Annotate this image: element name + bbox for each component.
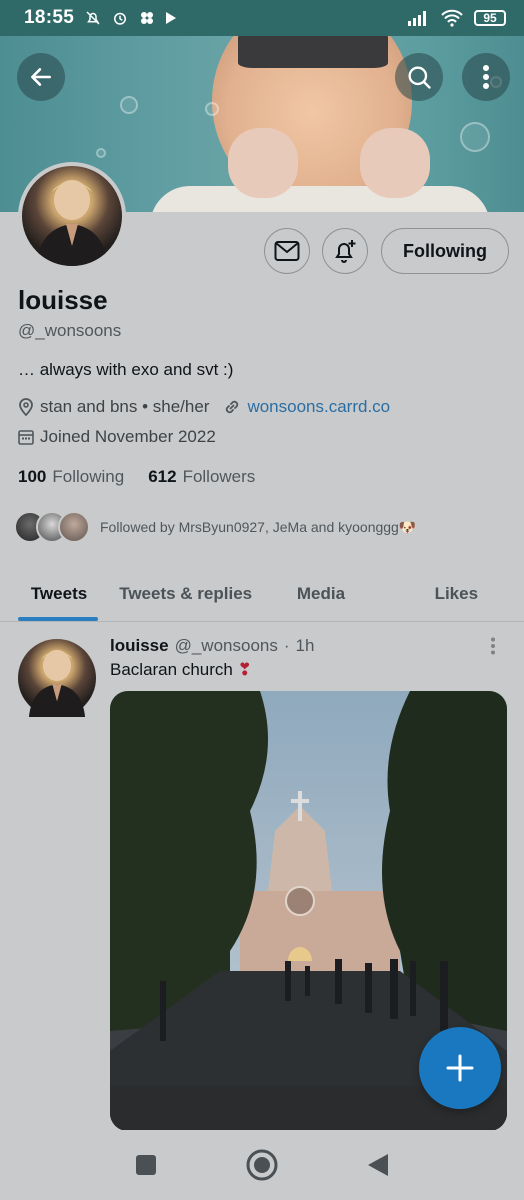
tweet-separator: ·: [283, 636, 290, 655]
clover-icon: [141, 12, 154, 24]
heart-exclamation-icon: ❣: [237, 660, 252, 679]
alarm-icon: [114, 12, 127, 25]
followers-label: Followers: [182, 467, 256, 486]
link-icon: [226, 400, 239, 414]
home-icon[interactable]: [245, 1148, 279, 1182]
avatar-portrait: [28, 649, 86, 717]
banner-cap: [238, 36, 388, 68]
more-options-button[interactable]: [462, 53, 510, 101]
banner-bubble: [205, 102, 219, 116]
mail-icon: [274, 241, 300, 261]
profile-meta-joined: Joined November 2022: [18, 427, 216, 447]
banner-hand: [360, 128, 430, 198]
follow-counts: 100 Following 612 Followers: [18, 467, 255, 487]
wifi-icon: [441, 9, 463, 27]
profile-meta-location: stan and bns • she/her wonsoons.carrd.co: [18, 397, 390, 417]
recent-apps-icon[interactable]: [134, 1153, 158, 1177]
status-bar: 18:55 95: [0, 0, 524, 36]
tweet-author-handle: @_wonsoons: [174, 636, 278, 655]
avatar-portrait: [36, 180, 108, 266]
back-arrow-icon: [31, 68, 51, 86]
tweet-body: Baclaran church: [110, 660, 233, 679]
tab-media[interactable]: Media: [253, 566, 388, 621]
banner-bubble: [460, 122, 490, 152]
tweet-time: 1h: [295, 636, 315, 655]
tweet-header: louisse @_wonsoons · 1h: [110, 636, 314, 656]
profile-location: stan and bns • she/her: [40, 397, 210, 416]
followers-count: 612: [148, 467, 177, 486]
search-button[interactable]: [395, 53, 443, 101]
banner-bubble: [120, 96, 138, 114]
status-time: 18:55: [24, 7, 75, 28]
tweet-more-button[interactable]: [487, 637, 499, 655]
profile-joined: Joined November 2022: [40, 427, 216, 446]
bell-plus-icon: [335, 240, 356, 263]
search-icon: [408, 66, 431, 89]
following-label: Following: [52, 467, 125, 486]
back-button[interactable]: [17, 53, 65, 101]
profile-avatar[interactable]: [18, 162, 126, 270]
followers-count-link[interactable]: 612 Followers: [148, 467, 255, 487]
more-vertical-icon: [483, 65, 489, 89]
following-count: 100: [18, 467, 47, 486]
tab-likes[interactable]: Likes: [389, 566, 524, 621]
banner-hand: [228, 128, 298, 198]
message-button[interactable]: [264, 228, 310, 274]
more-vertical-icon: [491, 637, 495, 655]
play-icon: [166, 12, 177, 24]
tab-tweets[interactable]: Tweets: [0, 566, 118, 621]
follower-avatar: [58, 511, 90, 543]
banner-bubble: [96, 148, 106, 158]
tab-tweets-replies[interactable]: Tweets & replies: [118, 566, 253, 621]
plus-icon: [446, 1054, 474, 1082]
followed-by-text: Followed by MrsByun0927, JeMa and kyoong…: [100, 518, 417, 535]
banner-shirt: [150, 186, 490, 212]
following-count-link[interactable]: 100 Following: [18, 467, 124, 487]
followed-by-row[interactable]: Followed by MrsByun0927, JeMa and kyoong…: [14, 511, 416, 543]
compose-tweet-button[interactable]: [419, 1027, 501, 1109]
profile-handle: @_wonsoons: [18, 321, 122, 340]
profile-website-link[interactable]: wonsoons.carrd.co: [247, 397, 390, 417]
signal-icon: [408, 11, 426, 26]
battery-icon: 95: [474, 10, 506, 26]
tweet-text: Baclaran church ❣: [110, 660, 252, 680]
tweet-avatar[interactable]: [18, 639, 96, 717]
profile-name: louisse: [18, 285, 108, 315]
system-nav-bar: [0, 1130, 524, 1200]
mute-icon: [86, 11, 100, 25]
tweet-author-name[interactable]: louisse: [110, 636, 169, 656]
profile-tabs: Tweets Tweets & replies Media Likes: [0, 566, 524, 622]
profile-bio: … always with exo and svt :): [18, 360, 234, 379]
back-triangle-icon[interactable]: [366, 1152, 390, 1178]
notifications-button[interactable]: [322, 228, 368, 274]
following-button[interactable]: Following: [381, 228, 509, 274]
location-pin-icon: [19, 398, 33, 416]
calendar-icon: [18, 430, 34, 445]
